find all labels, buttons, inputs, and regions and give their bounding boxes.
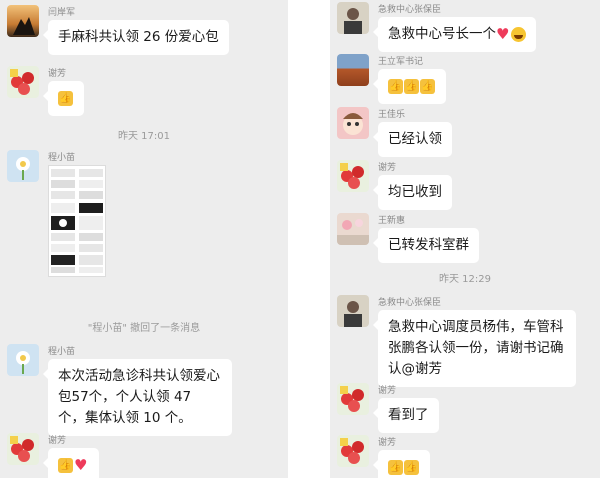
heart-icon: ♥	[496, 24, 510, 43]
hearts-flower-icon	[340, 438, 364, 464]
hearts-flower-icon	[10, 436, 34, 462]
message-bubble[interactable]: 本次活动急诊科共认领爱心包57个，个人认领 47 个，集体认领 10 个。	[43, 359, 232, 436]
message-bubble[interactable]: 看到了	[373, 398, 439, 433]
heart-icon: ♥	[74, 455, 88, 474]
thumbs-up-icon: 👍	[388, 78, 403, 94]
chat-panel-left: 闫岸军 手麻科共认领 26 份爱心包 谢芳 👍 昨天 17:01 程小苗 "程小…	[0, 0, 288, 478]
person-photo-icon	[344, 8, 362, 34]
sender-name: 王立军书记	[378, 57, 424, 67]
avatar[interactable]	[337, 107, 369, 139]
avatar[interactable]	[337, 435, 369, 467]
sender-name: 闫岸军	[48, 8, 76, 18]
message-bubble[interactable]: 手麻科共认领 26 份爱心包	[43, 20, 229, 55]
emoji-bubble[interactable]: 👍	[43, 81, 84, 116]
sender-name: 谢芳	[378, 386, 397, 396]
sender-name: 谢芳	[378, 163, 397, 173]
thumbs-up-icon: 👍	[420, 78, 435, 94]
avatar[interactable]	[337, 2, 369, 34]
sender-name: 谢芳	[378, 438, 397, 448]
emoji-bubble[interactable]: 👍 👍 👍	[373, 69, 446, 104]
timestamp: 昨天 12:29	[439, 274, 491, 285]
thumbs-up-icon: 👍	[404, 78, 419, 94]
avatar[interactable]	[7, 433, 39, 465]
timestamp: 昨天 17:01	[118, 131, 170, 142]
emoji-bubble[interactable]: 👍 ♥	[43, 448, 99, 478]
silhouette-icon	[13, 17, 35, 35]
sender-name: 程小苗	[48, 153, 76, 163]
sender-name: 王新惠	[378, 216, 406, 226]
message-text: 急救中心号长一个	[388, 26, 496, 42]
thumbs-up-icon: 👍	[58, 457, 73, 473]
sender-name: 程小苗	[48, 347, 76, 357]
avatar[interactable]	[337, 295, 369, 327]
thumbs-up-icon: 👍	[404, 459, 419, 475]
sender-name: 谢芳	[48, 436, 67, 446]
message-bubble[interactable]: 均已收到	[373, 175, 452, 210]
hearts-flower-icon	[10, 69, 34, 95]
document-thumbnail-icon	[51, 169, 103, 273]
message-bubble[interactable]: 急救中心号长一个♥	[373, 17, 536, 52]
message-bubble[interactable]: 急救中心调度员杨伟，车管科张鹏各认领一份，请谢书记确认@谢芳	[373, 310, 576, 387]
hearts-flower-icon	[340, 163, 364, 189]
recall-notice: "程小苗" 撤回了一条消息	[87, 323, 201, 334]
laughing-face-icon	[511, 26, 526, 42]
avatar[interactable]	[337, 54, 369, 86]
emoji-bubble[interactable]: 👍 👍	[373, 450, 430, 478]
sender-name: 王佳乐	[378, 110, 406, 120]
avatar[interactable]	[7, 150, 39, 182]
avatar[interactable]	[7, 66, 39, 98]
avatar[interactable]	[7, 344, 39, 376]
sender-name: 急救中心张保臣	[378, 5, 442, 15]
sender-name: 谢芳	[48, 69, 67, 79]
flower-icon	[16, 157, 30, 180]
message-bubble[interactable]: 已经认领	[373, 122, 452, 157]
flowers-photo-icon	[337, 219, 369, 245]
flower-icon	[16, 351, 30, 374]
cartoon-face-icon	[343, 113, 363, 135]
hearts-flower-icon	[340, 386, 364, 412]
avatar[interactable]	[337, 160, 369, 192]
person-photo-icon	[344, 301, 362, 327]
avatar[interactable]	[337, 213, 369, 245]
shared-image[interactable]	[48, 165, 106, 277]
sender-name: 急救中心张保臣	[378, 298, 442, 308]
thumbs-up-icon: 👍	[58, 90, 73, 106]
avatar[interactable]	[337, 383, 369, 415]
chat-panel-right: 急救中心张保臣 急救中心号长一个♥ 王立军书记 👍 👍 👍 王佳乐 已经认领 谢芳 …	[330, 0, 600, 478]
message-bubble[interactable]: 已转发科室群	[373, 228, 479, 263]
thumbs-up-icon: 👍	[388, 459, 403, 475]
avatar[interactable]	[7, 5, 39, 37]
